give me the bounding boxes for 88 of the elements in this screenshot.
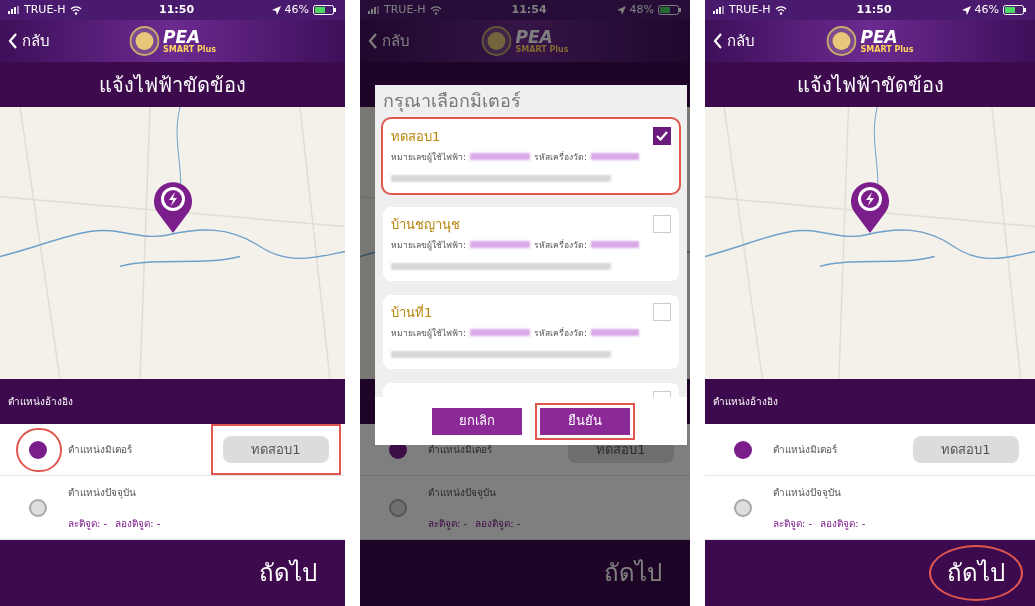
chevron-left-icon bbox=[8, 33, 18, 49]
meter-code-label: รหัสเครื่องวัด: bbox=[533, 150, 587, 164]
clock-time: 11:50 bbox=[159, 1, 195, 18]
dialog-title: กรุณาเลือกมิเตอร์ bbox=[383, 88, 521, 114]
logo-subtext: SMART Plus bbox=[515, 45, 569, 54]
logo-subtext: SMART Plus bbox=[163, 45, 216, 54]
battery-percent: 46% bbox=[974, 1, 999, 18]
page-title: แจ้งไฟฟ้าขัดข้อง bbox=[796, 71, 944, 99]
back-button[interactable]: กลับ bbox=[713, 29, 755, 53]
meter-code-label: รหัสเครื่องวัด: bbox=[533, 326, 587, 340]
meter-code-label: รหัสเครื่องวัด: bbox=[533, 238, 587, 252]
radio-button[interactable] bbox=[29, 440, 47, 459]
redacted-value bbox=[469, 153, 530, 161]
back-button[interactable]: กลับ bbox=[368, 29, 410, 53]
logo-emblem-icon bbox=[826, 26, 857, 56]
checkbox[interactable] bbox=[653, 127, 671, 145]
meter-card[interactable]: บ้านชญานุช หมายเลขผู้ใช้ไฟฟ้า: รหัสเครื่องวัด: bbox=[383, 207, 679, 281]
section-label: ตำแหน่งอ้างอิง bbox=[8, 395, 73, 409]
redacted-value bbox=[590, 329, 639, 337]
next-button[interactable]: ถัดไป bbox=[947, 555, 1005, 591]
signal-icon bbox=[8, 6, 20, 14]
chevron-left-icon bbox=[368, 33, 378, 49]
account-label: หมายเลขผู้ใช้ไฟฟ้า: bbox=[391, 326, 466, 340]
logo-text: PEA bbox=[860, 28, 898, 46]
meter-name: ทดสอบ1 bbox=[391, 128, 441, 146]
meter-card[interactable]: บ้านที่1 หมายเลขผู้ใช้ไฟฟ้า: รหัสเครื่องวัด: bbox=[383, 295, 679, 369]
next-button[interactable]: ถัดไป bbox=[604, 555, 662, 591]
map-pin-icon bbox=[849, 179, 891, 233]
map-pin-icon bbox=[151, 179, 194, 233]
wifi-icon bbox=[774, 5, 787, 15]
redacted-value bbox=[469, 241, 530, 249]
longitude-text: ลองติจูด: - bbox=[475, 516, 521, 531]
option-label: ตำแหน่งปัจจุบัน bbox=[773, 485, 842, 500]
checkbox[interactable] bbox=[653, 303, 671, 321]
dialog-button[interactable]: ยืนยัน bbox=[540, 407, 630, 435]
signal-icon bbox=[713, 6, 725, 14]
logo-subtext: SMART Plus bbox=[860, 45, 914, 54]
battery-icon bbox=[658, 5, 682, 15]
radio-button[interactable] bbox=[734, 440, 752, 459]
carrier-name: TRUE-H bbox=[729, 1, 771, 18]
wifi-icon bbox=[69, 5, 82, 15]
dialog-button[interactable]: ยกเลิก bbox=[432, 407, 522, 435]
chevron-left-icon bbox=[713, 33, 723, 49]
location-icon bbox=[616, 5, 626, 15]
latitude-text: ละติจูด: - bbox=[68, 516, 108, 531]
page-title: แจ้งไฟฟ้าขัดข้อง bbox=[99, 71, 246, 99]
account-label: หมายเลขผู้ใช้ไฟฟ้า: bbox=[391, 238, 466, 252]
carrier-name: TRUE-H bbox=[384, 1, 426, 18]
option-label: ตำแหน่งมิเตอร์ bbox=[68, 443, 133, 457]
meter-card[interactable]: ทดสอบ1 หมายเลขผู้ใช้ไฟฟ้า: รหัสเครื่องวัด: bbox=[383, 119, 679, 193]
option-label: ตำแหน่งมิเตอร์ bbox=[773, 443, 838, 457]
meter-select-button[interactable]: ทดสอบ1 bbox=[913, 436, 1019, 463]
logo-text: PEA bbox=[163, 28, 201, 46]
next-button[interactable]: ถัดไป bbox=[259, 555, 317, 591]
wifi-icon bbox=[429, 5, 442, 15]
option-label: ตำแหน่งมิเตอร์ bbox=[428, 443, 493, 457]
checkbox[interactable] bbox=[653, 215, 671, 233]
battery-icon bbox=[1003, 5, 1027, 15]
radio-button[interactable] bbox=[734, 498, 752, 517]
longitude-text: ลองติจูด: - bbox=[820, 516, 866, 531]
logo-text: PEA bbox=[515, 28, 553, 46]
clock-time: 11:54 bbox=[511, 1, 547, 18]
option-label: ตำแหน่งปัจจุบัน bbox=[428, 485, 497, 500]
radio-button[interactable] bbox=[389, 498, 407, 517]
longitude-text: ลองติจูด: - bbox=[115, 516, 161, 531]
radio-button[interactable] bbox=[29, 498, 47, 517]
redacted-value bbox=[469, 329, 530, 337]
logo-emblem-icon bbox=[129, 26, 159, 56]
battery-percent: 46% bbox=[284, 1, 309, 18]
latitude-text: ละติจูด: - bbox=[773, 516, 813, 531]
redacted-value bbox=[590, 153, 639, 161]
meter-name: บ้านที่1 bbox=[391, 303, 433, 322]
back-button[interactable]: กลับ bbox=[8, 29, 50, 53]
latitude-text: ละติจูด: - bbox=[428, 516, 468, 531]
logo-emblem-icon bbox=[481, 26, 512, 56]
location-icon bbox=[961, 5, 971, 15]
meter-name: บ้านชญานุช bbox=[391, 216, 460, 235]
section-label: ตำแหน่งอ้างอิง bbox=[713, 395, 778, 409]
checkmark-icon bbox=[656, 131, 668, 141]
account-label: หมายเลขผู้ใช้ไฟฟ้า: bbox=[391, 150, 466, 164]
option-label: ตำแหน่งปัจจุบัน bbox=[68, 485, 137, 500]
carrier-name: TRUE-H bbox=[24, 1, 66, 18]
battery-icon bbox=[313, 5, 337, 15]
location-icon bbox=[271, 5, 281, 15]
redacted-value bbox=[590, 241, 639, 249]
battery-percent: 48% bbox=[629, 1, 654, 18]
clock-time: 11:50 bbox=[856, 1, 892, 18]
meter-select-button[interactable]: ทดสอบ1 bbox=[223, 436, 329, 463]
